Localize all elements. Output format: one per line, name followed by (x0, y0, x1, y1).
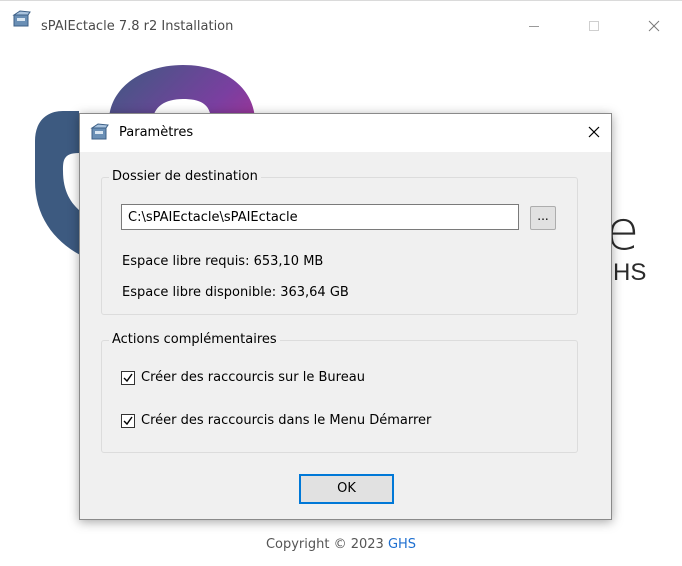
installer-box-icon (90, 123, 110, 141)
ok-button[interactable]: OK (299, 474, 394, 504)
window-close-button[interactable] (631, 11, 677, 41)
desktop-shortcut-label: Créer des raccourcis sur le Bureau (141, 370, 365, 385)
checkmark-icon (123, 416, 133, 426)
dialog-titlebar: Paramètres (80, 114, 611, 152)
minimize-button[interactable] (511, 11, 557, 41)
logo-ghs-text: HS (613, 259, 647, 286)
window-title: sPAIEctacle 7.8 r2 Installation (41, 19, 234, 34)
copyright-text: Copyright © 2023 (265, 537, 388, 552)
startmenu-shortcut-label: Créer des raccourcis dans le Menu Démarr… (141, 413, 432, 428)
dialog-close-button[interactable] (582, 120, 606, 144)
destination-group: Dossier de destination ... Espace libre … (101, 168, 578, 315)
startmenu-shortcut-option[interactable]: Créer des raccourcis dans le Menu Démarr… (121, 411, 431, 431)
ghs-link[interactable]: GHS (388, 537, 416, 552)
destination-legend: Dossier de destination (109, 168, 261, 186)
installer-window: sPAIEctacle 7.8 r2 Installation e HS Cop… (0, 0, 682, 566)
available-space-text: Espace libre disponible: 363,64 GB (122, 285, 349, 300)
actions-group: Actions complémentaires Créer des raccou… (101, 331, 578, 453)
desktop-shortcut-checkbox[interactable] (121, 371, 135, 385)
desktop-shortcut-option[interactable]: Créer des raccourcis sur le Bureau (121, 368, 365, 388)
actions-legend: Actions complémentaires (109, 331, 280, 349)
checkmark-icon (123, 373, 133, 383)
copyright-notice: Copyright © 2023 GHS (0, 536, 682, 554)
settings-dialog: Paramètres Dossier de destination ... Es… (79, 113, 612, 520)
close-icon (648, 20, 660, 32)
browse-button[interactable]: ... (530, 206, 556, 230)
dialog-title: Paramètres (119, 125, 194, 140)
minimize-icon (529, 26, 539, 27)
startmenu-shortcut-checkbox[interactable] (121, 414, 135, 428)
installer-box-icon (12, 10, 32, 28)
required-space-text: Espace libre requis: 653,10 MB (122, 254, 324, 269)
maximize-button[interactable] (571, 11, 617, 41)
close-icon (588, 126, 600, 138)
destination-path-input[interactable] (121, 204, 519, 230)
window-titlebar: sPAIEctacle 7.8 r2 Installation (0, 1, 682, 34)
maximize-icon (589, 21, 599, 31)
